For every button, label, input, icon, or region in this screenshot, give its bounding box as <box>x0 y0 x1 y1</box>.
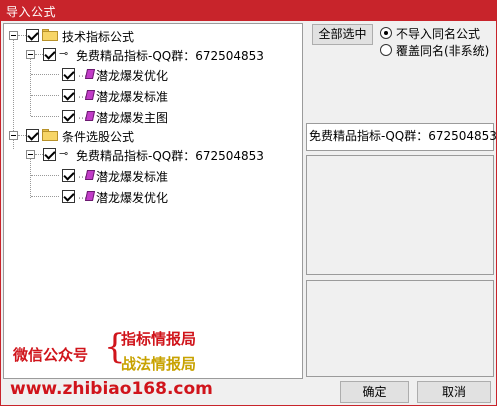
promo-line-2: 战法情报局 <box>121 355 197 373</box>
promo-url: www.zhibiao168.com <box>10 379 213 399</box>
preview-box <box>306 280 494 377</box>
radio-no-import[interactable] <box>380 27 392 39</box>
group-label: 条件选股公式 <box>62 130 135 144</box>
select-all-button[interactable]: 全部选中 <box>312 24 373 45</box>
collapse-toggle[interactable] <box>26 50 35 59</box>
formula-icon: ⋯ <box>78 190 96 204</box>
cancel-button[interactable]: 取消 <box>417 381 491 403</box>
tree-item[interactable]: ⋯ 潜龙爆发主图 <box>4 108 302 126</box>
checkbox-group-screen[interactable] <box>26 129 39 142</box>
formula-icon: ⋯ <box>78 89 96 103</box>
item-label: 潜龙爆发主图 <box>96 111 169 125</box>
item-label: 潜龙爆发优化 <box>96 69 169 83</box>
folder-icon <box>42 29 58 41</box>
checkbox-tech-package[interactable] <box>43 48 56 61</box>
checkbox-item[interactable] <box>62 89 75 102</box>
folder-icon <box>42 129 58 141</box>
tree-item[interactable]: ⋯ 潜龙爆发优化 <box>4 188 302 206</box>
tree-guide <box>30 56 31 116</box>
checkbox-item[interactable] <box>62 169 75 182</box>
collapse-toggle[interactable] <box>9 31 18 40</box>
tree-item[interactable]: ⋯ 潜龙爆发优化 <box>4 66 302 84</box>
collapse-toggle[interactable] <box>26 150 35 159</box>
radio-overwrite-label: 覆盖同名(非系统) <box>396 44 490 58</box>
tree-node-group-tech[interactable]: 技术指标公式 <box>4 27 302 45</box>
tree-node-tech-package[interactable]: ⊸ 免费精品指标-QQ群：672504853 <box>4 46 302 64</box>
tree-node-group-screen[interactable]: 条件选股公式 <box>4 127 302 145</box>
checkbox-screen-package[interactable] <box>43 148 56 161</box>
key-icon: ⊸ <box>59 47 69 60</box>
ok-button[interactable]: 确定 <box>340 381 409 403</box>
radio-no-import-label: 不导入同名公式 <box>396 27 481 41</box>
formula-name-display: 免费精品指标-QQ群：672504853 <box>306 123 497 151</box>
package-label: 免费精品指标-QQ群：672504853 <box>76 149 264 163</box>
formula-tree[interactable]: 技术指标公式 ⊸ 免费精品指标-QQ群：672504853 ⋯ 潜龙爆发优化 ⋯… <box>3 23 303 379</box>
tree-node-screen-package[interactable]: ⊸ 免费精品指标-QQ群：672504853 <box>4 146 302 164</box>
description-box <box>306 155 494 275</box>
key-icon: ⊸ <box>59 147 69 160</box>
radio-overwrite[interactable] <box>380 44 392 56</box>
title-bar[interactable]: 导入公式 <box>0 0 497 21</box>
checkbox-item[interactable] <box>62 68 75 81</box>
collapse-toggle[interactable] <box>9 131 18 140</box>
group-label: 技术指标公式 <box>62 30 135 44</box>
checkbox-item[interactable] <box>62 190 75 203</box>
item-label: 潜龙爆发标准 <box>96 90 169 104</box>
formula-icon: ⋯ <box>78 110 96 124</box>
item-label: 潜龙爆发优化 <box>96 191 169 205</box>
formula-icon: ⋯ <box>78 169 96 183</box>
checkbox-group-tech[interactable] <box>26 29 39 42</box>
package-label: 免费精品指标-QQ群：672504853 <box>76 49 264 63</box>
promo-line-1: 指标情报局 <box>121 330 197 348</box>
formula-icon: ⋯ <box>78 68 96 82</box>
window-title: 导入公式 <box>6 5 57 19</box>
promo-wechat-label: 微信公众号 <box>13 346 89 364</box>
tree-item[interactable]: ⋯ 潜龙爆发标准 <box>4 167 302 185</box>
item-label: 潜龙爆发标准 <box>96 170 169 184</box>
tree-item[interactable]: ⋯ 潜龙爆发标准 <box>4 87 302 105</box>
checkbox-item[interactable] <box>62 110 75 123</box>
